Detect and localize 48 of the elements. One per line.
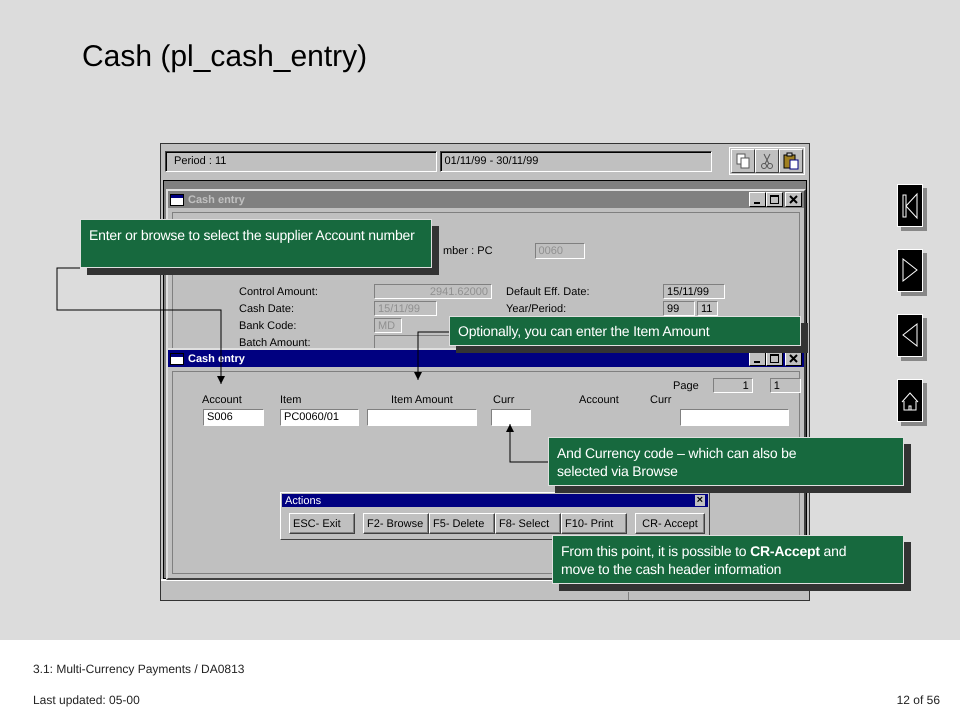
column-header: Item [280,394,302,406]
page-number: 12 of 56 [896,693,940,707]
field-label: Batch Amount: [239,336,312,348]
window-title: Cash entry [188,352,245,364]
column-header: Curr [493,394,514,406]
field-label: Cash Date: [239,302,296,314]
action-button[interactable]: F2- Browse [363,513,429,534]
input-field[interactable]: S006 [203,409,264,426]
column-header: Item Amount [391,394,453,406]
leader-line [414,332,450,380]
close-button[interactable]: × [694,495,705,506]
paste-icon[interactable] [782,152,800,170]
course-label: 3.1: Multi-Currency Payments / DA0813 [33,661,246,678]
last-updated: Last updated: 05-00 [33,693,140,707]
field-label: Year/Period: [506,302,568,314]
action-button[interactable]: ESC- Exit [289,513,355,534]
maximize-icon[interactable] [767,193,782,206]
window-title: Cash entry [188,194,245,206]
slide-title: Cash (pl_cash_entry) [82,40,368,74]
field-label: Control Amount: [239,286,319,298]
field-label: mber : PC [443,245,493,257]
action-button[interactable]: CR- Accept [635,513,705,534]
input-field[interactable] [491,409,531,426]
page-field[interactable]: 1 [770,378,801,393]
field-label: Bank Code: [239,320,298,332]
scissors-icon[interactable] [758,152,776,170]
column-header: Account [202,394,242,406]
input-field[interactable] [680,409,789,426]
column-header: Curr [650,394,672,406]
window-icon [170,194,184,206]
maximize-icon[interactable] [767,352,782,365]
input-field[interactable]: PC0060/01 [280,409,359,426]
copy-icon[interactable] [734,152,752,170]
action-button[interactable]: F5- Delete [429,513,495,534]
input-field[interactable]: 15/11/99 [663,284,725,299]
dialog-title: Actions [285,494,322,506]
input-field[interactable]: 11 [697,301,718,316]
period-field: Period : 11 [165,150,437,172]
page-field[interactable]: 1 [712,378,753,393]
leader-line [506,424,548,462]
date-range-field: 01/11/99 - 30/11/99 [440,150,712,172]
input-field[interactable] [367,409,477,426]
page-label: Page [673,380,699,392]
input-field[interactable]: 99 [663,301,695,316]
field-label: Default Eff. Date: [506,286,591,298]
column-header: Account [579,394,619,406]
action-button[interactable]: F8- Select [495,513,561,534]
action-button[interactable]: F10- Print [561,513,627,534]
